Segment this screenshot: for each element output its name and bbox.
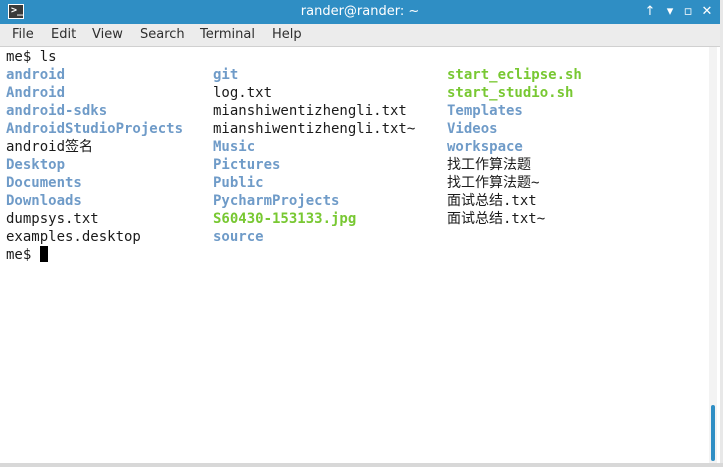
menu-view[interactable]: View: [92, 27, 123, 42]
prompt-ls-line: me$ ls: [6, 49, 57, 65]
menu-help[interactable]: Help: [272, 27, 302, 42]
listing-entry: android: [6, 67, 66, 83]
minimize-button[interactable]: ▾: [662, 3, 678, 21]
listing-entry: mianshiwentizhengli.txt~: [213, 121, 416, 137]
listing-entry: Documents: [6, 175, 82, 191]
listing-entry: Templates: [447, 103, 523, 119]
keep-above-button[interactable]: ↑: [642, 3, 658, 21]
menu-file[interactable]: File: [12, 27, 34, 42]
menu-bar: File Edit View Search Terminal Help: [0, 24, 720, 47]
listing-entry: mianshiwentizhengli.txt: [213, 103, 407, 119]
listing-entry: Android: [6, 85, 66, 101]
listing-entry: 面试总结.txt~: [447, 211, 546, 227]
listing-entry: source: [213, 229, 264, 245]
listing-entry: 找工作算法题: [447, 157, 531, 173]
listing-entry: AndroidStudioProjects: [6, 121, 184, 137]
listing-entry: git: [213, 67, 239, 83]
listing-entry: Music: [213, 139, 256, 155]
menu-terminal[interactable]: Terminal: [200, 27, 255, 42]
listing-entry: PycharmProjects: [213, 193, 340, 209]
listing-entry: Videos: [447, 121, 498, 137]
listing-entry: start_studio.sh: [447, 85, 574, 101]
listing-entry: Public: [213, 175, 264, 191]
scrollbar-thumb[interactable]: [711, 405, 715, 461]
terminal-window: >_ rander@rander: ~ ↑ ▾ ▫ ✕ File Edit Vi…: [0, 0, 720, 467]
listing-entry: workspace: [447, 139, 523, 155]
scrollbar[interactable]: [709, 47, 717, 465]
listing-entry: start_eclipse.sh: [447, 67, 582, 83]
listing-entry: examples.desktop: [6, 229, 141, 245]
listing-entry: 找工作算法题~: [447, 175, 540, 191]
listing-entry: S60430-153133.jpg: [213, 211, 357, 227]
bottom-edge: [0, 463, 723, 467]
listing-entry: dumpsys.txt: [6, 211, 99, 227]
listing-entry: Desktop: [6, 157, 66, 173]
close-button[interactable]: ✕: [699, 3, 715, 21]
prompt-text: me$: [6, 247, 40, 263]
menu-search[interactable]: Search: [140, 27, 185, 42]
listing-entry: android-sdks: [6, 103, 108, 119]
listing-entry: android签名: [6, 139, 94, 155]
prompt-line: me$: [6, 246, 48, 264]
terminal-output-area[interactable]: me$ ls android Android android-sdks Android…: [0, 47, 708, 465]
title-bar[interactable]: >_ rander@rander: ~ ↑ ▾ ▫ ✕: [0, 0, 720, 24]
listing-entry: Pictures: [213, 157, 281, 173]
menu-edit[interactable]: Edit: [51, 27, 76, 42]
listing-entry: log.txt: [213, 85, 273, 101]
maximize-button[interactable]: ▫: [680, 3, 696, 21]
window-title: rander@rander: ~: [300, 4, 420, 19]
listing-entry: Downloads: [6, 193, 82, 209]
listing-entry: 面试总结.txt: [447, 193, 537, 209]
text-cursor: [39, 246, 48, 262]
